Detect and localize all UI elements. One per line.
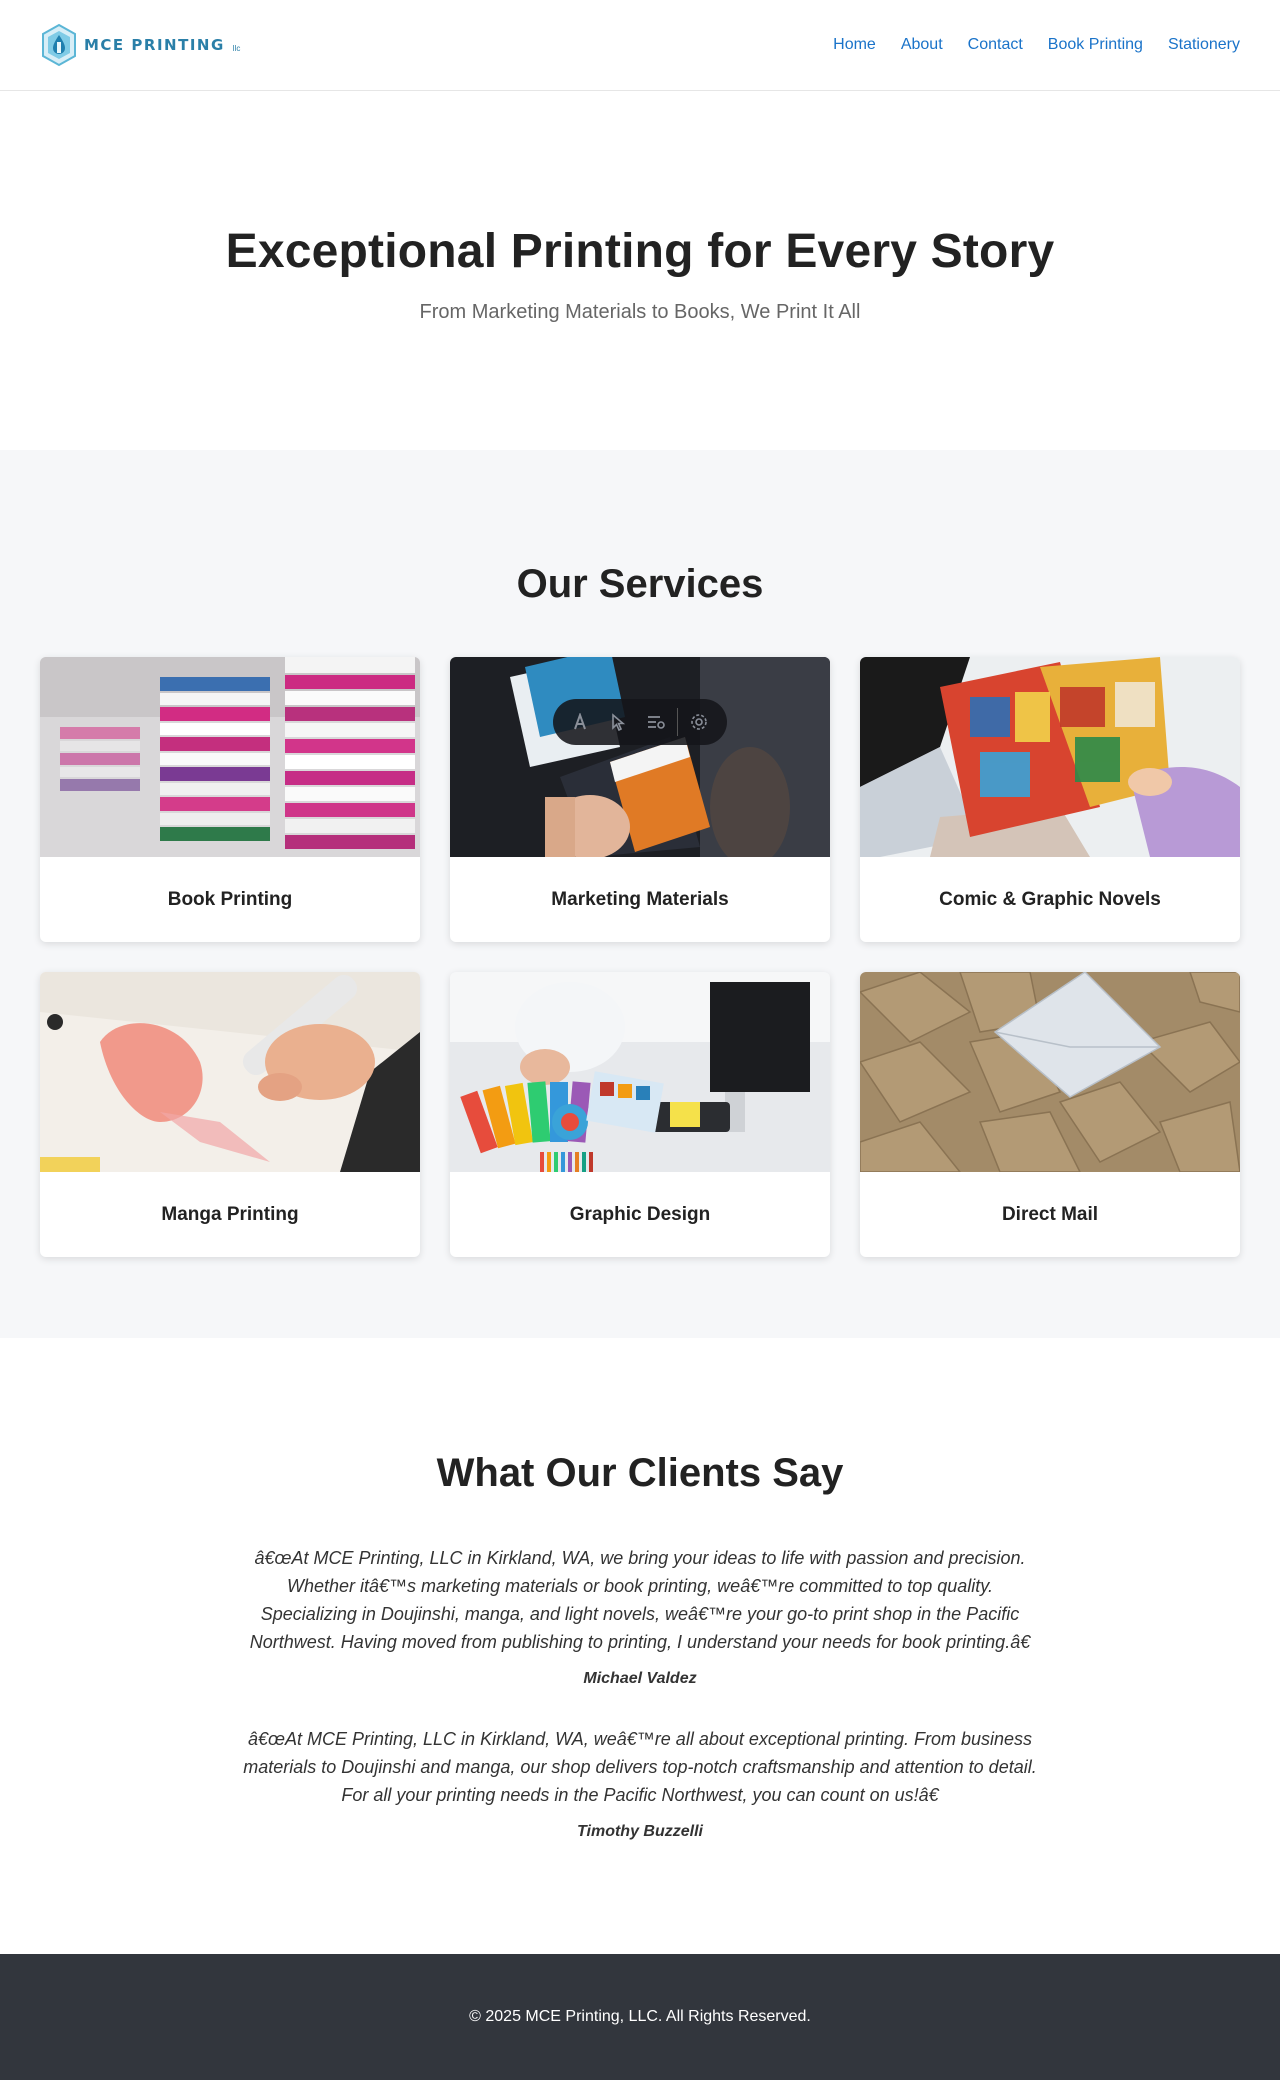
service-label: Direct Mail — [1001, 1203, 1099, 1225]
service-label: Manga Printing — [161, 1203, 299, 1225]
service-card-graphic-design[interactable]: Graphic Design — [450, 972, 830, 1257]
service-label: Marketing Materials — [551, 888, 729, 910]
testimonials-title: What Our Clients Say — [436, 1451, 844, 1495]
testimonial-quote: â€œAt MCE Printing, LLC in Kirkland, WA,… — [243, 1729, 1037, 1805]
nav-book-printing[interactable]: Book Printing — [1048, 36, 1143, 54]
testimonial: â€œAt MCE Printing, LLC in Kirkland, WA,… — [240, 1544, 1040, 1688]
logo[interactable]: MCE PRINTING llc — [40, 23, 240, 67]
testimonials-section: What Our Clients Say â€œAt MCE Printing,… — [0, 1338, 1280, 1954]
main-nav: Home About Contact Book Printing Station… — [833, 36, 1240, 54]
services-section: Our Services Book Printing Marketing Mat… — [0, 450, 1280, 1338]
brand-name: MCE PRINTING — [84, 36, 225, 54]
service-label: Comic & Graphic Novels — [939, 888, 1161, 910]
service-card-book-printing[interactable]: Book Printing — [40, 657, 420, 942]
services-title: Our Services — [516, 562, 764, 606]
testimonial-quote: â€œAt MCE Printing, LLC in Kirkland, WA,… — [249, 1548, 1031, 1652]
footer-copyright: © 2025 MCE Printing, LLC. All Rights Res… — [469, 2008, 811, 2025]
services-grid: Book Printing Marketing Materials Comic … — [0, 657, 1280, 1257]
brand-suffix: llc — [232, 43, 241, 53]
color-swatches-photo — [450, 972, 830, 1172]
testimonial-author: Timothy Buzzelli — [577, 1823, 703, 1840]
hero-title: Exceptional Printing for Every Story — [225, 225, 1055, 278]
nav-home[interactable]: Home — [833, 36, 876, 54]
brochures-photo — [450, 657, 830, 857]
logo-hexagon-icon — [42, 23, 76, 67]
list-settings-icon[interactable] — [637, 703, 675, 741]
site-header: MCE PRINTING llc Home About Contact Book… — [0, 0, 1280, 91]
cursor-icon[interactable] — [599, 703, 637, 741]
nav-contact[interactable]: Contact — [968, 36, 1023, 54]
stacked-books-photo — [40, 657, 420, 857]
text-style-icon[interactable] — [561, 703, 599, 741]
testimonial-list: â€œAt MCE Printing, LLC in Kirkland, WA,… — [240, 1544, 1040, 1841]
envelopes-photo — [860, 972, 1240, 1172]
nav-stationery[interactable]: Stationery — [1168, 36, 1240, 54]
floating-toolbar — [553, 699, 727, 745]
site-footer: © 2025 MCE Printing, LLC. All Rights Res… — [0, 1954, 1280, 2080]
service-label: Graphic Design — [569, 1203, 711, 1225]
hero: Exceptional Printing for Every Story Fro… — [0, 91, 1280, 450]
comic-book-photo — [860, 657, 1240, 857]
hero-subtitle: From Marketing Materials to Books, We Pr… — [419, 301, 861, 323]
nav-about[interactable]: About — [901, 36, 943, 54]
gear-icon[interactable] — [680, 703, 718, 741]
service-card-comic-graphic-novels[interactable]: Comic & Graphic Novels — [860, 657, 1240, 942]
toolbar-divider — [677, 708, 678, 736]
manga-drawing-photo — [40, 972, 420, 1172]
testimonial: â€œAt MCE Printing, LLC in Kirkland, WA,… — [240, 1725, 1040, 1841]
service-label: Book Printing — [167, 888, 293, 910]
service-card-manga-printing[interactable]: Manga Printing — [40, 972, 420, 1257]
testimonial-author: Michael Valdez — [583, 1670, 697, 1687]
service-card-direct-mail[interactable]: Direct Mail — [860, 972, 1240, 1257]
